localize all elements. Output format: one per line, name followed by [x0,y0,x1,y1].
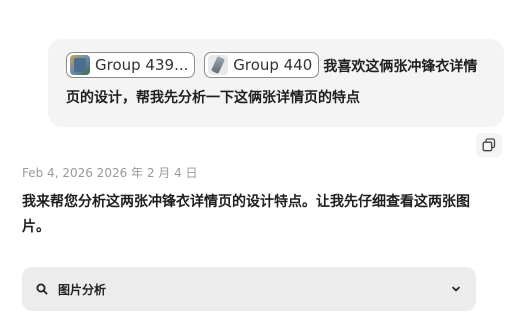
attachment-chip-group-440[interactable]: Group 440 [204,52,320,78]
attachment-name: Group 439... [95,56,189,74]
copy-button[interactable] [476,133,502,157]
search-icon [36,282,50,296]
image-analysis-label: 图片分析 [58,282,107,297]
message-timestamp: Feb 4, 2026 2026 年 2 月 4 日 [22,166,198,180]
image-analysis-panel[interactable]: 图片分析 [22,267,476,311]
attachment-name: Group 440 [233,56,313,74]
image-thumbnail-icon [208,55,229,75]
copy-icon [482,138,496,152]
attachment-chip-group-439[interactable]: Group 439... [66,52,196,78]
image-thumbnail-icon [70,55,90,75]
assistant-message-text: 我来帮您分析这两张冲锋衣详情页的设计特点。让我先仔细查看这两张图片。 [22,194,470,235]
user-message-bubble: Group 439... Group 440 我喜欢这俩张冲锋衣详情页的设计，帮… [48,39,504,127]
chevron-down-icon[interactable] [450,283,462,295]
